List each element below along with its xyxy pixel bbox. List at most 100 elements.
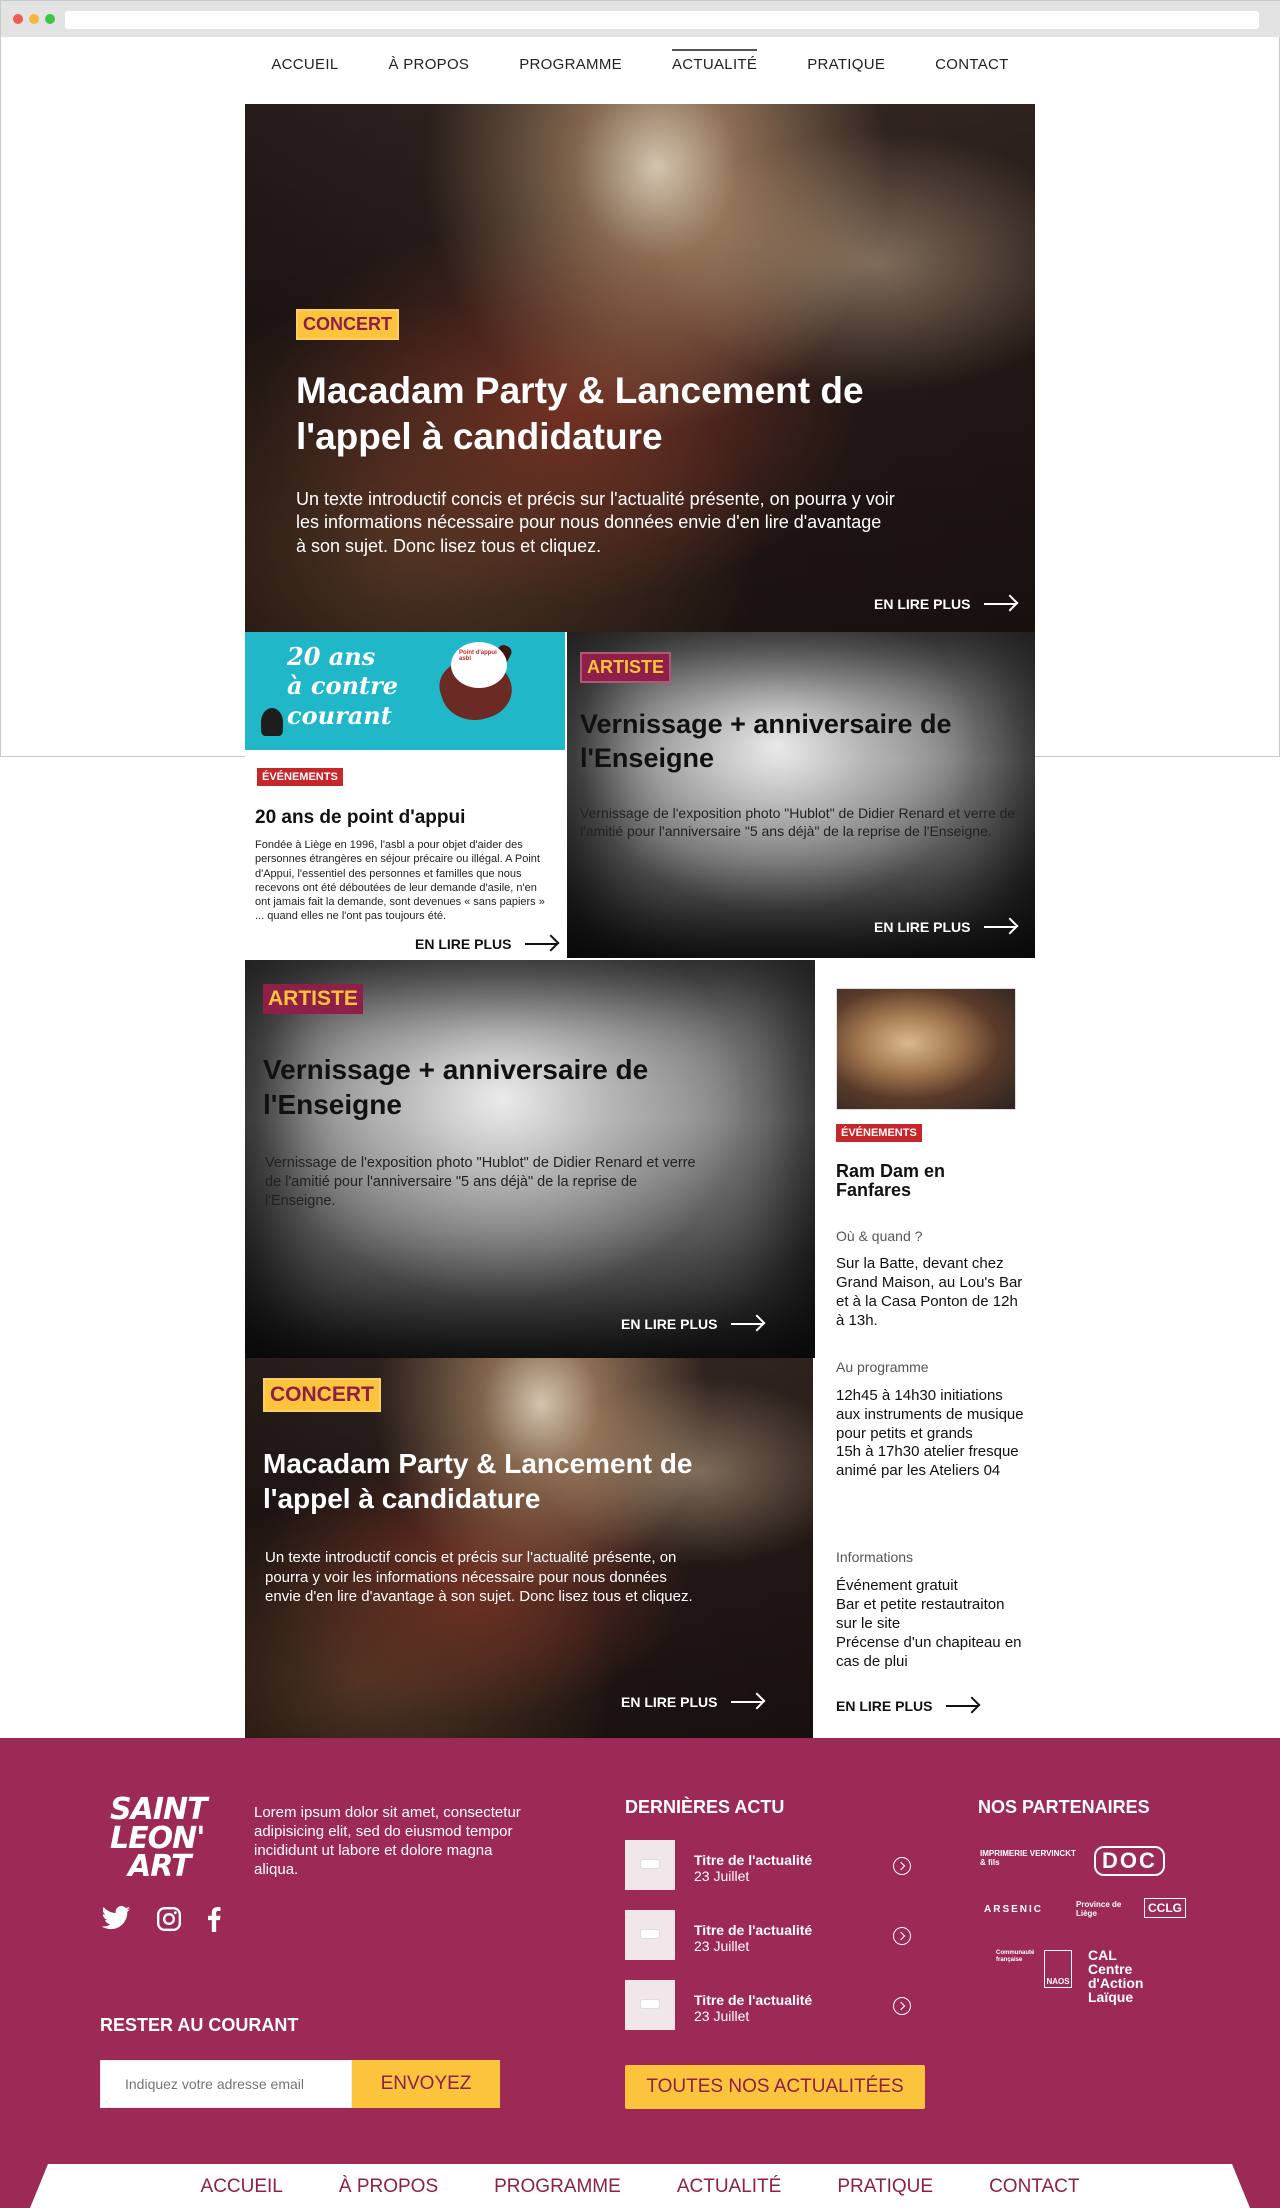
partner-logo[interactable]: Province de Liège <box>1076 1900 1136 1918</box>
category-tag: ARTISTE <box>580 652 672 683</box>
card-excerpt: Un texte introductif concis et précis su… <box>265 1549 693 1605</box>
read-more-link[interactable]: EN LIRE PLUS <box>874 919 1018 935</box>
minimize-window-icon[interactable] <box>29 14 39 24</box>
info-text: Bar et petite restautraiton sur le site <box>836 1596 1005 1633</box>
arrow-right-icon <box>525 937 559 951</box>
partner-logo[interactable]: Communauté française <box>996 1950 1036 1963</box>
email-field[interactable] <box>100 2060 352 2108</box>
bubble-text: Point d'appui asbl <box>459 650 497 662</box>
logo-bubble: Point d'appui asbl <box>451 642 507 688</box>
info-text: Précense d'un chapiteau en cas de plui <box>836 1634 1022 1671</box>
instagram-icon[interactable] <box>156 1906 182 1937</box>
hero-card[interactable]: CONCERT Macadam Party & Lancement de l'a… <box>245 104 1035 632</box>
read-more-link[interactable]: EN LIRE PLUS <box>621 1316 765 1332</box>
news-date: 23 Juillet <box>694 2008 750 2024</box>
footer-news-item[interactable]: Titre de l'actualité 23 Juillet <box>625 1980 915 2030</box>
news-date: 23 Juillet <box>694 1938 750 1954</box>
category-tag: CONCERT <box>263 1378 381 1412</box>
chevron-right-icon[interactable] <box>893 1997 911 2015</box>
news-card-concert-large[interactable]: CONCERT Macadam Party & Lancement de l'a… <box>245 1358 813 1738</box>
arrow-right-icon <box>731 1695 765 1709</box>
news-card-20-ans[interactable]: 20 ans à contre courant Point d'appui as… <box>245 632 567 958</box>
card-title[interactable]: Macadam Party & Lancement de l'appel à c… <box>263 1446 703 1516</box>
hero-intro: Un texte introductif concis et précis su… <box>296 489 895 556</box>
hero-title[interactable]: Macadam Party & Lancement de l'appel à c… <box>296 368 896 461</box>
browser-titlebar <box>1 1 1280 37</box>
arrow-right-icon <box>984 920 1018 934</box>
footer-nav-pratique[interactable]: PRATIQUE <box>809 2176 961 2198</box>
card-title[interactable]: Vernissage + anniversaire de l'Enseigne <box>580 708 1000 776</box>
news-title: Titre de l'actualité <box>694 1852 813 1868</box>
read-more-link[interactable]: EN LIRE PLUS <box>621 1694 765 1710</box>
program-text: 12h45 à 14h30 initiations aux instrument… <box>836 1387 1024 1443</box>
footer-news-item[interactable]: Titre de l'actualité 23 Juillet <box>625 1910 915 1960</box>
footer-nav-accueil[interactable]: ACCUEIL <box>173 2176 311 2198</box>
event-title[interactable]: Ram Dam en Fanfares <box>836 1162 1016 1200</box>
read-more-label: EN LIRE PLUS <box>621 1316 718 1332</box>
read-more-label: EN LIRE PLUS <box>415 936 512 952</box>
facebook-icon[interactable] <box>206 1906 222 1937</box>
footer-nav-programme[interactable]: PROGRAMME <box>466 2176 649 2198</box>
footer-nav-contact[interactable]: CONTACT <box>961 2176 1107 2198</box>
close-window-icon[interactable] <box>13 14 23 24</box>
read-more-link[interactable]: EN LIRE PLUS <box>415 936 559 952</box>
banner-line: courant <box>287 700 392 730</box>
news-thumbnail <box>625 1980 675 2030</box>
arrow-right-icon <box>946 1699 980 1713</box>
newsletter-submit-button[interactable]: ENVOYEZ <box>352 2060 500 2108</box>
news-thumbnail <box>625 1910 675 1960</box>
card-excerpt: Vernissage de l'exposition photo "Hublot… <box>580 805 1016 840</box>
news-card-vernissage-large[interactable]: ARTISTE Vernissage + anniversaire de l'E… <box>245 960 815 1358</box>
card-excerpt: Vernissage de l'exposition photo "Hublot… <box>265 1155 696 1209</box>
twitter-icon[interactable] <box>100 1906 132 1937</box>
nav-pratique[interactable]: PRATIQUE <box>782 56 910 73</box>
news-card-vernissage[interactable]: ARTISTE Vernissage + anniversaire de l'E… <box>567 632 1035 958</box>
partner-logo[interactable]: NAOS <box>1044 1950 1072 1988</box>
where-label: Où & quand ? <box>836 1228 923 1244</box>
read-more-link[interactable]: EN LIRE PLUS <box>874 596 1018 612</box>
partner-logo[interactable]: ARSENIC <box>984 1904 1043 1915</box>
card-title[interactable]: Vernissage + anniversaire de l'Enseigne <box>263 1052 723 1122</box>
info-text: Événement gratuit <box>836 1577 958 1594</box>
read-more-label: EN LIRE PLUS <box>874 596 971 612</box>
category-tag: ARTISTE <box>263 984 363 1014</box>
read-more-label: EN LIRE PLUS <box>621 1694 718 1710</box>
nav-contact[interactable]: CONTACT <box>910 56 1033 73</box>
news-date: 23 Juillet <box>694 1868 750 1884</box>
address-bar[interactable] <box>65 11 1259 29</box>
category-tag: ÉVÉNEMENTS <box>257 768 343 786</box>
main-nav: ACCUEIL À PROPOS PROGRAMME ACTUALITÉ PRA… <box>0 49 1280 73</box>
news-title: Titre de l'actualité <box>694 1922 813 1938</box>
footer-news-item[interactable]: Titre de l'actualité 23 Juillet <box>625 1840 915 1890</box>
nav-actualite[interactable]: ACTUALITÉ <box>647 49 782 73</box>
partner-logo[interactable]: CAL Centre d'Action Laïque <box>1088 1948 1164 2004</box>
chevron-right-icon[interactable] <box>893 1927 911 1945</box>
chevron-right-icon[interactable] <box>893 1857 911 1875</box>
partner-logo[interactable]: IMPRIMERIE VERVINCKT & fils <box>980 1849 1080 1868</box>
partner-logo[interactable]: CCLG <box>1144 1898 1186 1918</box>
all-news-button[interactable]: TOUTES NOS ACTUALITÉES <box>625 2065 925 2109</box>
footer-nav: ACCUEIL À PROPOS PROGRAMME ACTUALITÉ PRA… <box>0 2176 1280 2198</box>
card-image: 20 ans à contre courant Point d'appui as… <box>245 632 565 750</box>
latest-news-heading: DERNIÈRES ACTU <box>625 1797 785 1817</box>
read-more-link[interactable]: EN LIRE PLUS <box>836 1698 980 1714</box>
card-title[interactable]: 20 ans de point d'appui <box>255 806 555 830</box>
banner-line: 20 ans <box>287 642 376 671</box>
where-text: Sur la Batte, devant chez Grand Maison, … <box>836 1255 1023 1330</box>
footer-nav-actualite[interactable]: ACTUALITÉ <box>649 2176 810 2198</box>
news-thumbnail <box>625 1840 675 1890</box>
category-tag: ÉVÉNEMENTS <box>836 1124 922 1142</box>
site-logo[interactable]: SAINT LEON' ART <box>110 1795 208 1882</box>
category-tag: CONCERT <box>296 309 399 340</box>
partner-logo[interactable]: DOC <box>1094 1846 1165 1876</box>
info-label: Informations <box>836 1549 914 1565</box>
nav-programme[interactable]: PROGRAMME <box>494 56 647 73</box>
nav-accueil[interactable]: ACCUEIL <box>246 56 363 73</box>
news-title: Titre de l'actualité <box>694 1992 813 2008</box>
newsletter-heading: RESTER AU COURANT <box>100 2015 299 2035</box>
footer-nav-a-propos[interactable]: À PROPOS <box>311 2176 466 2198</box>
maximize-window-icon[interactable] <box>45 14 55 24</box>
nav-a-propos[interactable]: À PROPOS <box>363 56 494 73</box>
read-more-label: EN LIRE PLUS <box>874 919 971 935</box>
program-text: 15h à 17h30 atelier fresque animé par le… <box>836 1443 1019 1480</box>
